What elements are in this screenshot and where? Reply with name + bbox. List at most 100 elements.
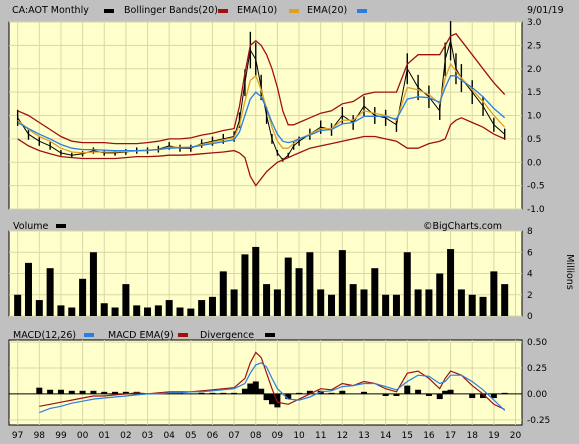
divergence-bar [415, 389, 422, 394]
legend-ema10-swatch [289, 9, 299, 13]
volume-bar [382, 294, 390, 316]
y-tick-label: -0.25 [527, 416, 550, 426]
y-tick-label: 0.25 [527, 364, 547, 374]
y-tick-label: 2.5 [527, 41, 541, 51]
volume-bar [122, 284, 130, 316]
divergence-bar [79, 390, 86, 394]
y-tick-label: 0.0 [527, 158, 542, 168]
legend-macd-swatch [84, 333, 94, 337]
x-tick-label: 03 [142, 431, 153, 441]
volume-bar [68, 307, 76, 316]
y-tick-label: 0.50 [527, 338, 547, 348]
divergence-bar [404, 385, 411, 394]
volume-bar [425, 289, 433, 316]
x-tick-label: 13 [358, 431, 369, 441]
volume-bar [392, 294, 400, 316]
legend-ema20-swatch [357, 9, 367, 13]
x-tick-label: 02 [120, 431, 131, 441]
volume-bar [144, 307, 152, 316]
macd-plot-area [8, 339, 523, 426]
watermark: ©BigCharts.com [423, 221, 502, 232]
x-tick-label: 98 [34, 431, 46, 441]
volume-bar [14, 294, 22, 316]
volume-bar [284, 257, 292, 316]
volume-bar [24, 262, 32, 316]
y-tick-label: 0.5 [527, 135, 541, 145]
x-tick-label: 18 [466, 431, 478, 441]
divergence-bar [220, 392, 227, 394]
price-legend-swatch [104, 9, 114, 13]
divergence-bar [258, 388, 265, 394]
volume-bar [295, 268, 303, 316]
legend-macd-label: MACD(12,26) [13, 330, 76, 341]
volume-bar [371, 268, 379, 316]
divergence-bar [90, 390, 97, 394]
y-tick-label: 8 [527, 227, 533, 237]
y-tick-label: -1.0 [527, 205, 545, 215]
divergence-bar [360, 391, 367, 394]
divergence-bar [328, 392, 335, 394]
volume-bar [501, 284, 509, 316]
volume-bar [263, 284, 271, 316]
divergence-bar [425, 393, 432, 396]
legend-ema20-label: EMA(20) [307, 5, 347, 16]
y-tick-label: 6 [527, 248, 533, 258]
divergence-bar [68, 390, 75, 394]
volume-bar [46, 268, 54, 316]
volume-bar [338, 250, 346, 316]
x-tick-label: 10 [293, 431, 305, 441]
price-panel: -1.0 -0.5 0.0 0.5 1.0 1.5 2.0 2.5 3.0 CA:AOT Mon… [8, 5, 564, 215]
x-tick-label: 12 [337, 431, 348, 441]
volume-bar [447, 249, 455, 316]
volume-bar [414, 289, 422, 316]
volume-bar [154, 305, 162, 316]
x-tick-label: 11 [315, 431, 326, 441]
volume-bar [468, 294, 476, 316]
divergence-bar [393, 393, 400, 396]
x-tick-label: 09 [272, 431, 284, 441]
divergence-bar [47, 389, 54, 394]
y-tick-label: 1.0 [527, 112, 542, 122]
x-tick-label: 04 [163, 431, 175, 441]
volume-bar [187, 308, 195, 316]
x-tick-label: 20 [510, 431, 522, 441]
volume-bar [35, 300, 43, 316]
x-tick-label: 07 [228, 431, 239, 441]
x-tick-label: 97 [12, 431, 23, 441]
divergence-bar [247, 383, 254, 394]
divergence-bar [198, 392, 205, 394]
y-tick-label: 3.0 [527, 18, 542, 28]
volume-bar [198, 300, 206, 316]
legend-macd-ema-swatch [178, 333, 188, 337]
divergence-bar [442, 390, 449, 394]
volume-bar [89, 252, 97, 316]
x-tick-label: 17 [445, 431, 456, 441]
divergence-bar [339, 390, 346, 394]
legend-divergence-swatch [265, 333, 275, 337]
volume-legend-swatch [56, 224, 66, 228]
volume-bar [328, 294, 336, 316]
volume-bar [490, 271, 498, 316]
volume-bar [230, 289, 238, 316]
x-tick-label: 00 [77, 431, 89, 441]
x-tick-label: 06 [207, 431, 219, 441]
volume-bar [360, 289, 368, 316]
price-title: CA:AOT Monthly [12, 5, 89, 16]
volume-bar [403, 252, 411, 316]
x-tick-label: 19 [488, 431, 500, 441]
legend-bollinger-label: Bollinger Bands(20) [124, 5, 218, 16]
volume-bar [349, 284, 357, 316]
divergence-bar [112, 391, 119, 394]
x-tick-label: 14 [380, 431, 392, 441]
y-tick-label: 2.0 [527, 65, 542, 75]
y-tick-label: 4 [527, 270, 533, 280]
x-tick-label: 15 [402, 431, 413, 441]
divergence-bar [469, 393, 476, 399]
x-tick-label: 08 [250, 431, 262, 441]
volume-bar [273, 289, 281, 316]
legend-macd-ema-label: MACD EMA(9) [108, 330, 174, 341]
volume-bar [133, 305, 141, 316]
volume-bar [436, 273, 444, 316]
divergence-bar [296, 392, 303, 394]
volume-bar [100, 303, 108, 316]
